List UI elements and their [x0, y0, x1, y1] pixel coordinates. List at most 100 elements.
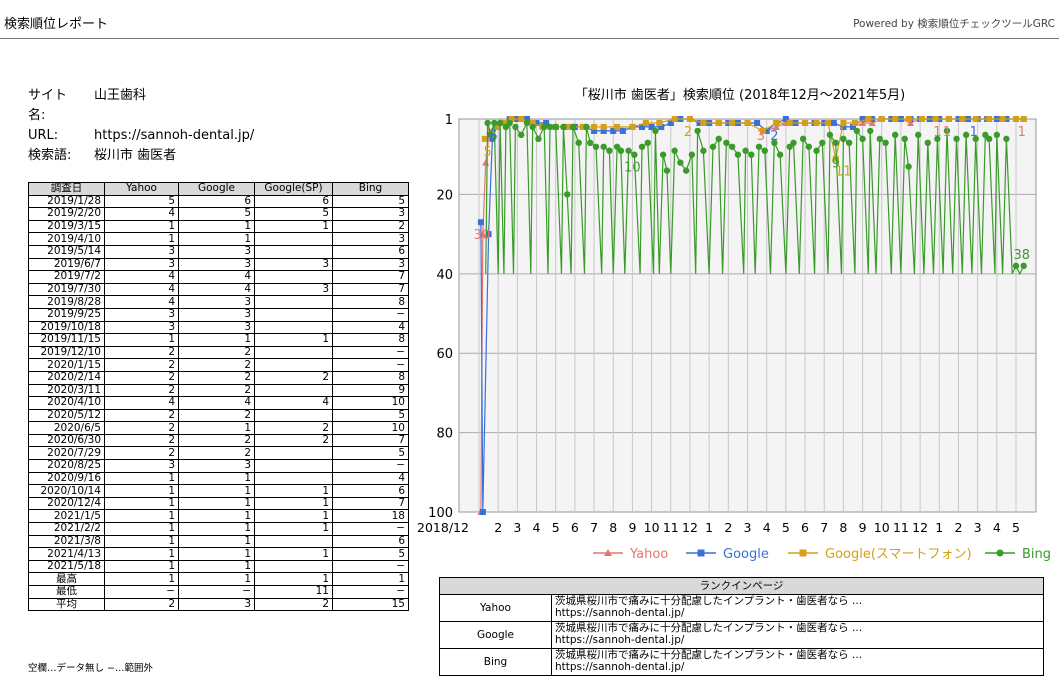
- landing-page-title[interactable]: 茨城県桜川市で痛みに十分配慮したインプラント・歯医者なら ...: [555, 595, 1040, 607]
- x-tick-label: 3: [513, 520, 521, 535]
- data-label: 1: [1018, 125, 1026, 140]
- legend-label: Yahoo: [629, 547, 668, 562]
- stat-cell: 3: [178, 597, 255, 612]
- data-label: 3: [757, 129, 765, 144]
- x-tick-label: 4: [763, 520, 771, 535]
- data-point: [802, 119, 809, 126]
- data-point: [845, 139, 853, 147]
- stat-label: 平均: [28, 597, 105, 612]
- data-point: [867, 127, 874, 135]
- data-point: [506, 119, 513, 127]
- legend-marker: [996, 549, 1004, 557]
- data-point: [993, 131, 1001, 139]
- data-point: [671, 116, 678, 122]
- data-point: [878, 116, 885, 122]
- data-point: [600, 143, 607, 150]
- data-point: [686, 116, 693, 122]
- landing-page-title[interactable]: 茨城県桜川市で痛みに十分配慮したインプラント・歯医者なら ...: [555, 622, 1040, 634]
- data-point: [535, 135, 542, 143]
- data-point: [972, 116, 979, 122]
- x-tick-label: 3: [744, 520, 752, 535]
- stat-cell: −: [332, 585, 409, 599]
- data-point: [638, 143, 646, 150]
- data-point: [484, 119, 491, 127]
- x-tick-label: 5: [782, 520, 790, 535]
- data-point: [523, 119, 531, 127]
- data-point: [825, 119, 832, 126]
- data-point: [592, 143, 600, 150]
- landing-row: Yahoo 茨城県桜川市で痛みに十分配慮したインプラント・歯医者なら ... htt…: [439, 594, 1044, 622]
- landing-page-url[interactable]: https://sannoh-dental.jp/: [555, 607, 1040, 619]
- data-point: [945, 116, 952, 122]
- landing-engine: Bing: [439, 648, 552, 676]
- data-point: [617, 147, 625, 154]
- data-point: [644, 139, 651, 147]
- landing-page-url[interactable]: https://sannoh-dental.jp/: [555, 661, 1040, 673]
- landing-engine: Yahoo: [439, 594, 552, 622]
- data-point: [761, 147, 768, 154]
- data-point: [569, 123, 577, 131]
- data-point: [851, 119, 858, 126]
- data-point: [491, 119, 498, 127]
- data-label: 2: [684, 125, 692, 140]
- data-point: [799, 135, 807, 143]
- stat-cell: 11: [254, 585, 333, 599]
- data-label: 1: [943, 125, 951, 140]
- data-point: [891, 131, 899, 139]
- data-point: [583, 123, 590, 131]
- x-tick-label: 1: [705, 520, 713, 535]
- x-tick-label: 4: [533, 520, 541, 535]
- landing-page-title[interactable]: 茨城県桜川市で痛みに十分配慮したインプラント・歯医者なら ...: [555, 649, 1040, 661]
- data-point: [805, 143, 813, 150]
- x-tick-label: 7: [820, 520, 828, 535]
- landing-page-url[interactable]: https://sannoh-dental.jp/: [555, 634, 1040, 646]
- data-point: [924, 139, 931, 147]
- x-tick-label: 11: [893, 520, 909, 535]
- stat-label: 最低: [28, 585, 105, 599]
- data-point: [700, 147, 707, 154]
- data-point: [1020, 262, 1027, 270]
- data-point: [728, 143, 736, 150]
- data-point: [776, 151, 784, 158]
- y-tick-label: 40: [436, 268, 453, 283]
- legend-label: Google(スマートフォン): [825, 547, 972, 562]
- x-tick-label: 2: [494, 520, 502, 535]
- data-point: [552, 123, 559, 131]
- data-point: [518, 116, 525, 122]
- landing-row: Bing 茨城県桜川市で痛みに十分配慮したインプラント・歯医者なら ... http…: [439, 648, 1044, 676]
- data-point: [564, 191, 571, 198]
- data-point: [734, 151, 742, 158]
- stat-cell: −: [178, 585, 255, 599]
- landing-engine: Google: [439, 621, 552, 649]
- data-point: [477, 219, 484, 226]
- data-point: [663, 167, 671, 174]
- x-tick-label: 6: [571, 520, 579, 535]
- data-point: [773, 119, 780, 126]
- x-tick-label: 10: [644, 520, 660, 535]
- y-tick-label: 80: [436, 427, 453, 442]
- data-point: [715, 119, 722, 126]
- data-point: [1020, 116, 1027, 122]
- data-point: [631, 151, 638, 158]
- x-tick-label: 9: [628, 520, 636, 535]
- legend-label: Bing: [1022, 547, 1051, 562]
- x-tick-label: 5: [1012, 520, 1020, 535]
- stats-row: 平均 2 3 2 15: [28, 597, 409, 612]
- landing-row: Google 茨城県桜川市で痛みに十分配慮したインプラント・歯医者なら ... ht…: [439, 621, 1044, 649]
- data-point: [882, 139, 889, 147]
- data-point: [876, 135, 884, 143]
- data-point: [832, 139, 839, 147]
- data-point: [688, 151, 696, 158]
- x-tick-label: 12: [682, 520, 698, 535]
- data-point: [1013, 116, 1019, 122]
- data-point: [656, 119, 663, 126]
- data-point: [479, 509, 486, 515]
- data-point: [742, 147, 749, 154]
- x-tick-label: 11: [663, 520, 679, 535]
- x-tick-label: 2: [954, 520, 962, 535]
- data-label: 2: [770, 129, 778, 144]
- data-point: [560, 123, 567, 131]
- data-point: [677, 159, 684, 166]
- data-point: [625, 147, 632, 154]
- data-point: [859, 135, 866, 143]
